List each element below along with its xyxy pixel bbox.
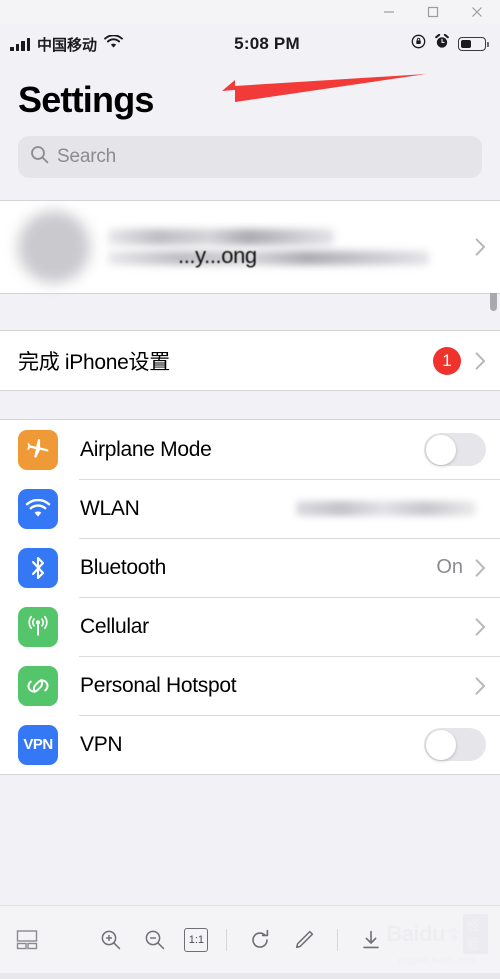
settings-row-airplane-mode[interactable]: Airplane Mode (0, 420, 500, 479)
vpn-icon: VPN (18, 724, 58, 765)
airplane-mode-toggle[interactable] (424, 433, 486, 466)
settings-list: ...y...ong 完成 iPhone设置 1 Airplane Mode W… (0, 200, 500, 905)
search-placeholder: Search (57, 146, 117, 167)
hotspot-link-icon (18, 665, 58, 706)
settings-row-bluetooth[interactable]: Bluetooth On (0, 538, 500, 597)
toolbar-left (12, 925, 96, 955)
paw-icon (448, 927, 460, 940)
settings-row-personal-hotspot[interactable]: Personal Hotspot (0, 656, 500, 715)
maximize-icon[interactable] (424, 3, 442, 21)
wifi-icon (104, 33, 123, 54)
settings-row-label: Cellular (80, 614, 149, 638)
bluetooth-status-value: On (436, 556, 463, 578)
window-titlebar (0, 0, 500, 24)
bluetooth-icon (18, 547, 58, 588)
clock-label: 5:08 PM (234, 34, 300, 53)
vpn-icon-label: VPN (23, 736, 53, 753)
close-icon[interactable] (468, 3, 486, 21)
profile-row[interactable]: ...y...ong (0, 201, 500, 293)
header-area: Settings Search (0, 64, 500, 178)
finish-iphone-setup-label: 完成 iPhone设置 (18, 350, 170, 374)
watermark-main: Baidu 经验 (386, 914, 488, 954)
carrier-label: 中国移动 (37, 36, 98, 54)
page-title: Settings (18, 79, 154, 120)
settings-row-vpn[interactable]: VPN VPN (0, 715, 500, 774)
connectivity-group: Airplane Mode WLAN Bluetooth On Cellular… (0, 419, 500, 775)
rotation-lock-icon (411, 34, 426, 54)
download-icon[interactable] (356, 925, 386, 955)
chevron-right-icon (475, 351, 486, 370)
search-icon (30, 145, 49, 169)
watermark-suffix: 经验 (463, 914, 488, 954)
pencil-icon[interactable] (289, 925, 319, 955)
status-badge: 1 (433, 346, 461, 375)
search-input[interactable]: Search (18, 136, 482, 178)
profile-text-redacted (108, 229, 473, 265)
minimize-icon[interactable] (380, 3, 398, 21)
watermark: Baidu 经验 jingyan.baidu.com (386, 914, 488, 965)
toolbar-divider (226, 928, 228, 951)
watermark-brand: Baidu (386, 921, 445, 946)
status-bar-center: 5:08 PM (123, 34, 411, 54)
app-window: 中国移动 5:08 PM Settings Search ...y...ong … (0, 0, 500, 979)
actual-size-label: 1:1 (188, 933, 204, 946)
group-spacer (0, 775, 500, 811)
chevron-right-icon (475, 558, 486, 577)
profile-name-label: ...y...ong (178, 243, 257, 268)
settings-row-cellular[interactable]: Cellular (0, 597, 500, 656)
cellular-antenna-icon (18, 606, 58, 647)
bottom-strip (0, 973, 500, 979)
zoom-in-icon[interactable] (96, 925, 126, 955)
airplane-icon (18, 429, 58, 470)
group-spacer (0, 294, 500, 330)
avatar (18, 211, 90, 283)
setup-group: 完成 iPhone设置 1 (0, 330, 500, 391)
settings-row-label: Personal Hotspot (80, 673, 237, 697)
vpn-toggle[interactable] (424, 728, 486, 761)
wlan-value-redacted (296, 501, 476, 516)
split-screen-icon[interactable] (12, 925, 42, 955)
wifi-icon (18, 488, 58, 529)
viewer-toolbar: 1:1 Baidu 经验 jingyan.baidu.com (0, 905, 500, 973)
chevron-right-icon (475, 676, 486, 695)
phone-screen: 中国移动 5:08 PM Settings Search ...y...ong … (0, 24, 500, 905)
settings-row-label: Airplane Mode (80, 437, 212, 461)
watermark-url: jingyan.baidu.com (398, 955, 476, 965)
settings-row-wlan[interactable]: WLAN (0, 479, 500, 538)
settings-row-label: Bluetooth (80, 555, 167, 579)
group-spacer (0, 391, 500, 419)
toolbar-controls: 1:1 (96, 925, 386, 955)
battery-icon (458, 37, 489, 51)
chevron-right-icon (475, 238, 486, 256)
actual-size-button[interactable]: 1:1 (184, 927, 209, 952)
chevron-right-icon (475, 617, 486, 636)
profile-group: ...y...ong (0, 200, 500, 294)
settings-row-label: WLAN (80, 496, 140, 520)
zoom-out-icon[interactable] (140, 925, 170, 955)
signal-bars-icon (10, 37, 30, 51)
status-bar-right (411, 33, 489, 54)
status-bar: 中国移动 5:08 PM (0, 24, 500, 64)
toolbar-divider (337, 928, 339, 951)
alarm-clock-icon (435, 33, 449, 54)
status-bar-left: 中国移动 (10, 33, 123, 55)
rotate-icon[interactable] (245, 925, 275, 955)
finish-iphone-setup-row[interactable]: 完成 iPhone设置 1 (0, 331, 500, 390)
settings-row-label: VPN (80, 732, 123, 756)
